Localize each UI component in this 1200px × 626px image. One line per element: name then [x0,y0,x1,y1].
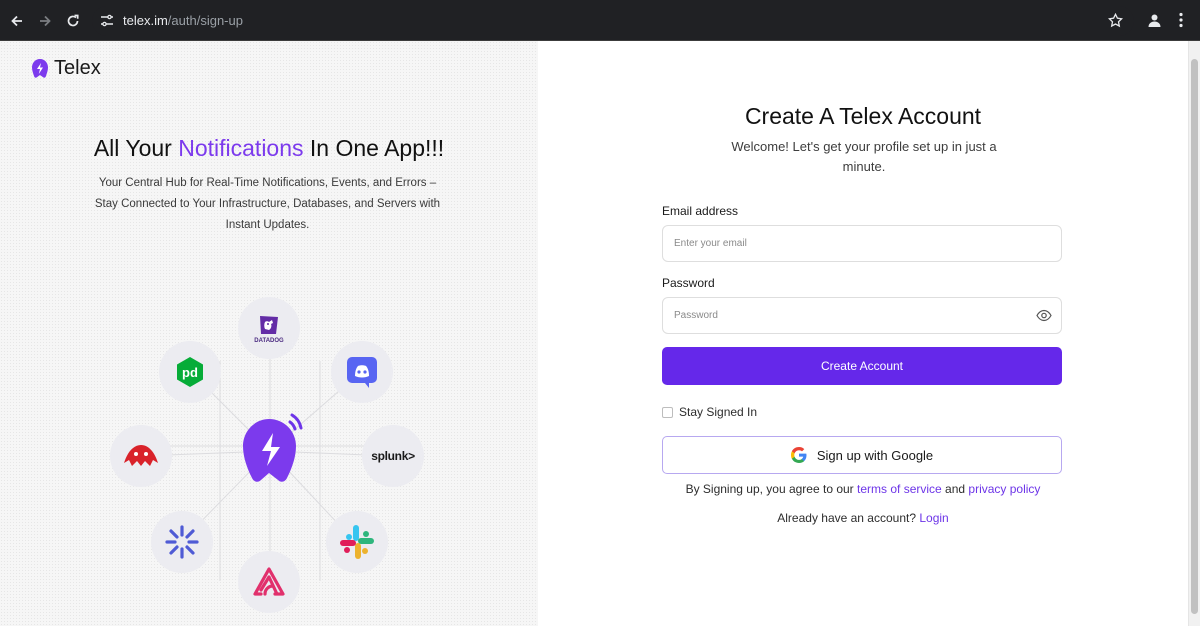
datadog-label: DATADOG [254,337,284,344]
redis-bird-icon [124,445,158,466]
telex-logo-icon [32,58,48,78]
address-bar[interactable] [92,6,1134,36]
datadog-icon [259,315,278,334]
splunk-node: splunk> [362,425,424,487]
pagerduty-label: pd [182,364,198,380]
privacy-policy-link[interactable]: privacy policy [968,482,1040,496]
scrollbar-thumb[interactable] [1191,59,1198,614]
telex-logo[interactable]: Telex [30,57,101,80]
email-input[interactable] [663,226,1061,261]
hero-panel: Telex All Your Notifications In One App!… [0,41,538,626]
terms-text: By Signing up, you agree to our terms of… [538,482,1188,496]
pagerduty-node: pd [159,341,221,403]
asterisk-icon [165,525,199,559]
google-signup-button[interactable]: Sign up with Google [662,436,1062,474]
login-prompt: Already have an account? Login [538,511,1188,525]
email-label: Email address [662,204,739,218]
url-path: /auth/sign-up [167,13,243,28]
site-settings-icon[interactable] [100,14,114,32]
profile-icon[interactable] [1147,13,1162,33]
bookmark-star-icon[interactable] [1107,12,1124,33]
show-password-icon[interactable] [1036,309,1052,327]
back-button[interactable] [6,10,28,32]
terms-of-service-link[interactable]: terms of service [857,482,942,496]
splunk-icon: splunk> [371,449,415,463]
google-icon [790,447,807,463]
telex-bell-hub [237,409,311,498]
discord-icon [347,357,377,388]
back-arrow-icon [11,15,22,27]
slack-node [326,511,388,573]
google-signup-label: Sign up with Google [816,447,934,463]
headline-end: In One App!!! [303,135,445,161]
reload-icon [67,14,79,27]
email-field[interactable] [662,225,1062,262]
url-text[interactable]: telex.im/auth/sign-up [123,13,243,28]
telex-bell-icon [243,413,303,482]
forward-button[interactable] [34,10,56,32]
slack-icon [340,525,374,559]
discord-node [331,341,393,403]
url-host: telex.im [123,13,168,28]
asterisk-node [151,511,213,573]
headline-accent: Notifications [178,135,304,161]
forward-arrow-icon [40,15,51,27]
terms-and: and [941,482,969,496]
headline-start: All Your [93,135,179,161]
password-field[interactable] [662,297,1062,334]
integrations-hub: DATADOG splunk> pd [100,291,440,621]
page-title: Create A Telex Account [744,103,982,129]
sentry-node [238,551,300,613]
password-input[interactable] [663,298,1061,333]
login-link[interactable]: Login [919,511,948,525]
stay-signed-in-checkbox[interactable] [662,406,673,418]
hero-headline: All Your Notifications In One App!!! [0,135,538,162]
terms-prefix: By Signing up, you agree to our [685,482,858,496]
hero-subline: Your Central Hub for Real-Time Notificat… [94,177,441,231]
browser-menu-icon[interactable] [1178,12,1184,33]
reload-button[interactable] [62,10,84,32]
already-prefix: Already have an account? [777,511,920,525]
redis-bird-node [110,425,172,487]
stay-signed-in-row[interactable]: Stay Signed In [662,405,757,419]
password-label: Password [662,276,715,290]
logo-text: Telex [54,57,101,79]
stay-signed-in-label[interactable]: Stay Signed In [679,405,757,419]
signup-panel: Create A Telex Account Welcome! Let's ge… [538,41,1188,626]
welcome-text: Welcome! Let's get your profile set up i… [731,139,997,174]
sentry-icon [253,567,285,596]
browser-toolbar: telex.im/auth/sign-up [0,0,1200,41]
datadog-node: DATADOG [238,297,300,359]
page-scrollbar[interactable] [1188,41,1200,626]
create-account-button[interactable]: Create Account [662,347,1062,385]
